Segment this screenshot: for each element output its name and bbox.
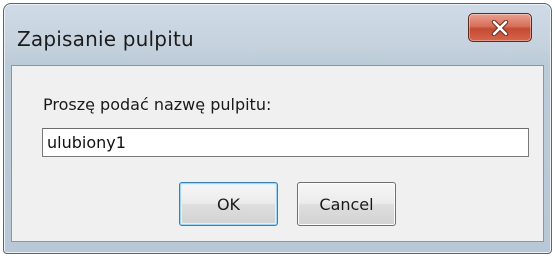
dialog-body: Proszę podać nazwę pulpitu: OK Cancel xyxy=(11,65,544,242)
title-bar[interactable]: Zapisanie pulpitu xyxy=(4,4,551,66)
cancel-button[interactable]: Cancel xyxy=(297,182,396,226)
save-desktop-dialog: Zapisanie pulpitu Proszę podać nazwę pul… xyxy=(3,3,552,254)
close-button[interactable] xyxy=(468,13,532,42)
desktop-name-label: Proszę podać nazwę pulpitu: xyxy=(43,95,272,114)
dialog-title: Zapisanie pulpitu xyxy=(17,27,194,51)
ok-button[interactable]: OK xyxy=(179,182,278,226)
desktop-name-input[interactable] xyxy=(42,128,529,157)
close-icon xyxy=(490,19,510,36)
